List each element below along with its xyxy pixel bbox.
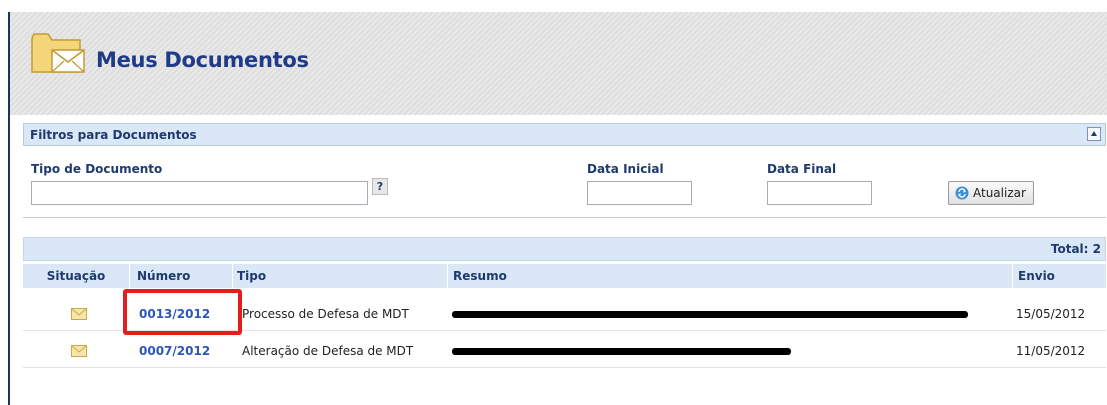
envelope-icon: [71, 345, 87, 357]
tipo-documento-input[interactable]: [31, 181, 368, 205]
page-header: Meus Documentos: [10, 12, 1107, 115]
table-header: Situação Número Tipo Resumo Envio: [23, 264, 1106, 288]
data-final-label: Data Final: [767, 162, 837, 176]
send-date: 15/05/2012: [1016, 307, 1086, 321]
table-row[interactable]: 0007/2012 Alteração de Defesa de MDT 11/…: [23, 335, 1106, 368]
tipo-documento-label: Tipo de Documento: [31, 162, 163, 176]
filters-section-bar: Filtros para Documentos: [23, 123, 1106, 146]
column-header-envio[interactable]: Envio: [1013, 264, 1106, 288]
send-date: 11/05/2012: [1016, 344, 1086, 358]
envelope-icon: [71, 308, 87, 320]
column-header-situacao[interactable]: Situação: [23, 264, 130, 288]
data-inicial-input[interactable]: [587, 181, 692, 205]
total-count: Total: 2: [1050, 242, 1101, 256]
page-title: Meus Documentos: [96, 48, 309, 72]
highlight-box: [123, 289, 242, 335]
data-final-input[interactable]: [767, 181, 872, 205]
folder-mail-icon: [31, 33, 85, 73]
collapse-filters-button[interactable]: [1087, 127, 1101, 141]
data-inicial-label: Data Inicial: [587, 162, 664, 176]
atualizar-button[interactable]: Atualizar: [948, 181, 1034, 205]
total-bar: Total: 2: [23, 237, 1106, 261]
redacted-summary: [452, 348, 791, 355]
document-type: Alteração de Defesa de MDT: [242, 344, 414, 358]
atualizar-label: Atualizar: [973, 186, 1026, 200]
filters-section-title: Filtros para Documentos: [30, 128, 197, 142]
document-number-link[interactable]: 0007/2012: [139, 335, 210, 368]
column-header-numero[interactable]: Número: [130, 264, 233, 288]
column-header-resumo[interactable]: Resumo: [448, 264, 1013, 288]
document-type: Processo de Defesa de MDT: [242, 307, 409, 321]
column-header-tipo[interactable]: Tipo: [233, 264, 448, 288]
section-divider: [23, 217, 1106, 218]
help-button[interactable]: ?: [372, 178, 388, 195]
redacted-summary: [452, 311, 968, 318]
refresh-icon: [955, 186, 969, 200]
